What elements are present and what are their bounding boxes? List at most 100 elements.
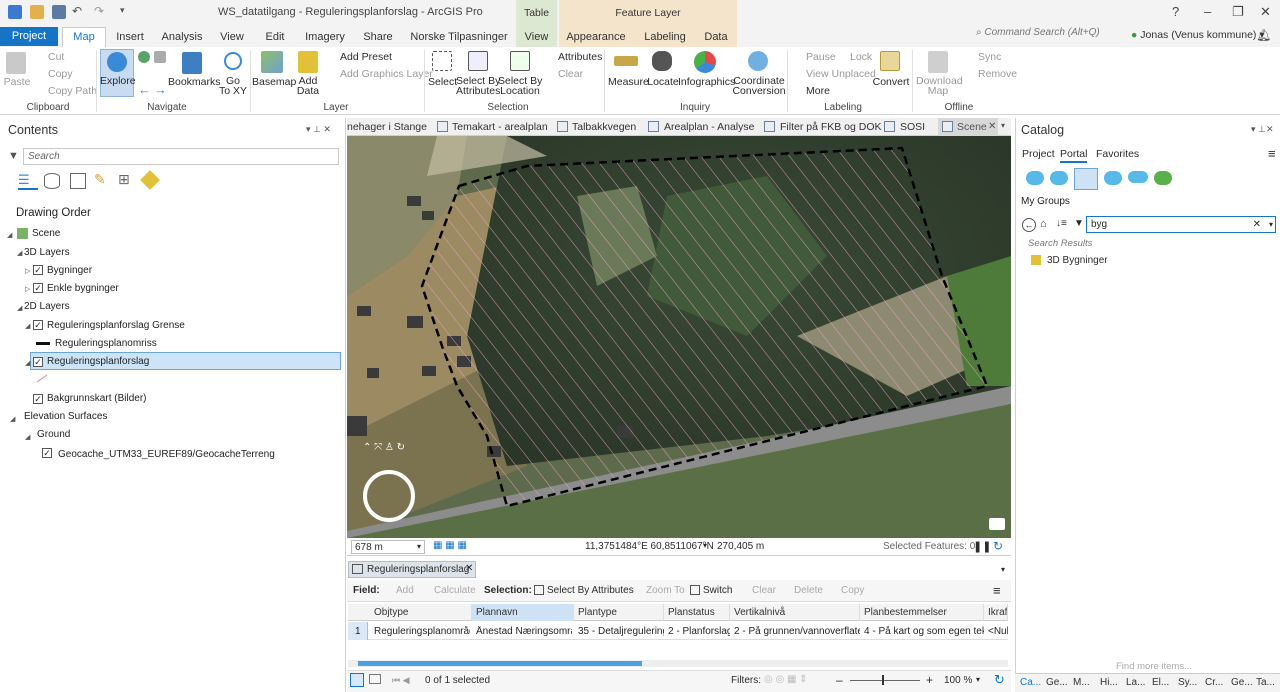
pause-labeling-button[interactable]: Pause xyxy=(806,52,836,63)
map-tab-arealplan-analyse[interactable]: Arealplan - Analyse xyxy=(664,121,754,133)
scale-dropdown[interactable]: 678 m ▾ xyxy=(351,540,425,554)
horizontal-scrollbar-thumb[interactable] xyxy=(358,661,642,666)
refresh-icon[interactable]: ↻ xyxy=(993,539,1003,553)
expand-grense[interactable]: ◢ xyxy=(25,322,30,330)
aerial-imagery[interactable] xyxy=(347,136,1011,538)
portal-favorites-icon[interactable] xyxy=(1050,171,1068,185)
zoom-level[interactable]: 100 % xyxy=(944,675,972,686)
tree-enkle-bygninger[interactable]: Enkle bygninger xyxy=(47,283,119,294)
save-icon[interactable] xyxy=(52,5,66,19)
cell-plannavn[interactable]: Ånestad Næringsområde xyxy=(476,626,572,637)
pane-tab-layout[interactable]: La... xyxy=(1126,677,1145,688)
clear-selection-button[interactable]: Clear xyxy=(558,69,583,80)
list-by-drawing-order-icon[interactable]: ☰ xyxy=(18,172,38,190)
download-map-button[interactable]: Download Map xyxy=(916,76,963,97)
tab-imagery[interactable]: Imagery xyxy=(300,28,350,46)
pane-tab-symbology[interactable]: Sy... xyxy=(1178,677,1197,688)
col-header-plantype[interactable]: Plantype xyxy=(574,604,664,621)
checkbox-grense[interactable]: ✓ xyxy=(33,320,43,330)
zoom-slider-thumb[interactable] xyxy=(882,675,884,685)
undo-icon[interactable]: ↶ xyxy=(72,5,86,19)
catalog-search-input[interactable]: byg ✕ ▾ xyxy=(1086,216,1276,233)
tab-norske-tilpasninger[interactable]: Norske Tilpasninger xyxy=(406,28,512,46)
zoom-full-icon[interactable] xyxy=(138,51,150,63)
table-pane-menu-icon[interactable]: ▾ xyxy=(1001,565,1005,574)
zoom-in-icon[interactable]: + xyxy=(926,673,933,687)
col-header-vertikalniva[interactable]: Vertikalnivå xyxy=(730,604,860,621)
expand-bygninger[interactable]: ▷ xyxy=(25,267,30,275)
scene-view[interactable]: ⌃ ⤧ ♙ ↻ xyxy=(347,136,1011,538)
cut-button[interactable]: Cut xyxy=(48,52,64,63)
portal-living-atlas-icon[interactable] xyxy=(1154,171,1172,185)
pause-drawing-icon[interactable]: ❚❚ xyxy=(973,540,991,553)
sync-button[interactable]: Sync xyxy=(978,52,1001,63)
col-header-planbestemmelser[interactable]: Planbestemmelser xyxy=(860,604,984,621)
checkbox-enkle-bygninger[interactable]: ✓ xyxy=(33,283,43,293)
col-header-plannavn[interactable]: Plannavn xyxy=(472,604,574,621)
attributes-button[interactable]: Attributes xyxy=(558,52,602,63)
cell-plantype[interactable]: 35 - Detaljregulering xyxy=(578,626,664,637)
pane-tab-history[interactable]: Hi... xyxy=(1100,677,1118,688)
checkbox-bakgrunnskart[interactable]: ✓ xyxy=(33,394,43,404)
tree-bakgrunnskart[interactable]: Bakgrunnskart (Bilder) xyxy=(47,393,146,404)
goto-xy-button[interactable]: Go To XY xyxy=(218,76,248,97)
cell-vertikalniva[interactable]: 2 - På grunnen/vannoverflaten xyxy=(734,626,860,637)
list-by-labeling-icon[interactable] xyxy=(140,170,160,190)
delete-button[interactable]: Delete xyxy=(794,585,823,596)
command-search[interactable]: ⌕ Command Search (Alt+Q) xyxy=(976,27,1122,43)
pane-tab-tasks[interactable]: Ta... xyxy=(1256,677,1275,688)
filter-icons[interactable]: ◎ ◎ ▦ ⇕ xyxy=(764,674,808,685)
close-window-icon[interactable]: ✕ xyxy=(1260,4,1271,20)
close-scene-tab-icon[interactable]: ✕ xyxy=(988,121,996,132)
tree-3d-layers[interactable]: 3D Layers xyxy=(24,247,70,258)
pane-tab-catalog[interactable]: Ca... xyxy=(1020,677,1041,688)
convert-button[interactable]: Convert xyxy=(872,77,910,88)
minimize-icon[interactable]: – xyxy=(1204,4,1211,19)
tree-reguleringsplanforslag[interactable]: Reguleringsplanforslag xyxy=(47,356,149,367)
tab-edit[interactable]: Edit xyxy=(258,28,292,46)
pane-tab-create[interactable]: Cr... xyxy=(1205,677,1223,688)
portal-my-content-icon[interactable] xyxy=(1026,171,1044,185)
tree-2d-layers[interactable]: 2D Layers xyxy=(24,301,70,312)
expand-reguleringsplanforslag[interactable]: ◢ xyxy=(25,359,30,367)
basemap-button[interactable]: Basemap xyxy=(252,77,296,88)
portal-groups-icon[interactable] xyxy=(1074,168,1098,190)
calculate-button[interactable]: Calculate xyxy=(434,585,476,596)
close-table-tab-icon[interactable]: ✕ xyxy=(465,563,473,574)
list-by-selection-icon[interactable] xyxy=(70,173,86,189)
lock-labeling-button[interactable]: Lock xyxy=(850,52,872,63)
map-status-tools[interactable]: ▦ ▦ ▦ xyxy=(433,540,479,554)
col-header-planstatus[interactable]: Planstatus xyxy=(664,604,730,621)
home-icon[interactable]: ⌂ xyxy=(1040,218,1047,230)
tree-elevation-surfaces[interactable]: Elevation Surfaces xyxy=(24,411,107,422)
pane-tab-ge[interactable]: Ge... xyxy=(1231,677,1253,688)
chevron-down-icon[interactable]: ▾ xyxy=(1269,220,1273,229)
portal-organization-icon[interactable] xyxy=(1104,171,1122,185)
tree-geocache[interactable]: Geocache_UTM33_EUREF89/GeocacheTerreng xyxy=(58,449,275,460)
catalog-filter-icon[interactable]: ▼ xyxy=(1074,218,1084,229)
cell-planstatus[interactable]: 2 - Planforslag xyxy=(668,626,730,637)
help-icon[interactable]: ? xyxy=(1172,4,1179,19)
map-tab-temakart[interactable]: Temakart - arealplan xyxy=(452,121,548,133)
tree-ground[interactable]: Ground xyxy=(37,429,70,440)
coordinate-conversion-button[interactable]: Coordinate Conversion xyxy=(730,76,788,97)
col-header-ikraft[interactable]: Ikraft xyxy=(984,604,1008,621)
tab-table-view[interactable]: View xyxy=(516,28,557,46)
open-project-icon[interactable] xyxy=(30,5,44,19)
expand-elevation-surfaces[interactable]: ◢ xyxy=(10,415,15,423)
checkbox-bygninger[interactable]: ✓ xyxy=(33,265,43,275)
table-refresh-icon[interactable]: ↻ xyxy=(994,672,1005,688)
selected-features[interactable]: Selected Features: 0 xyxy=(883,541,975,552)
clear-button[interactable]: Clear xyxy=(752,585,776,596)
tab-appearance[interactable]: Appearance xyxy=(562,28,630,46)
view-unplaced-button[interactable]: View Unplaced xyxy=(806,69,876,80)
zoom-out-icon[interactable]: – xyxy=(836,673,843,687)
zoom-slider[interactable] xyxy=(850,680,920,681)
expand-ground[interactable]: ◢ xyxy=(25,433,30,441)
map-tabs-menu-icon[interactable]: ▾ xyxy=(1001,121,1005,130)
contents-search-input[interactable]: Search xyxy=(23,148,339,165)
pane-options-icon[interactable]: ▾ ⊥ ✕ xyxy=(306,124,331,135)
filter-icon[interactable]: ▼ xyxy=(8,150,19,162)
add-graphics-layer-button[interactable]: Add Graphics Layer xyxy=(340,69,433,80)
add-preset-button[interactable]: Add Preset xyxy=(340,52,392,63)
